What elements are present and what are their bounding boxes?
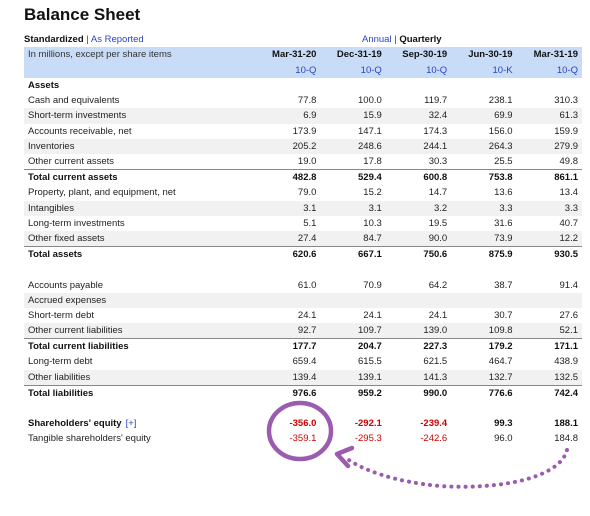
- highlight-circle: [266, 400, 334, 462]
- annotation-overlay: [266, 400, 569, 489]
- dotted-arrow: [344, 448, 569, 489]
- arrow-head-icon: [334, 445, 355, 469]
